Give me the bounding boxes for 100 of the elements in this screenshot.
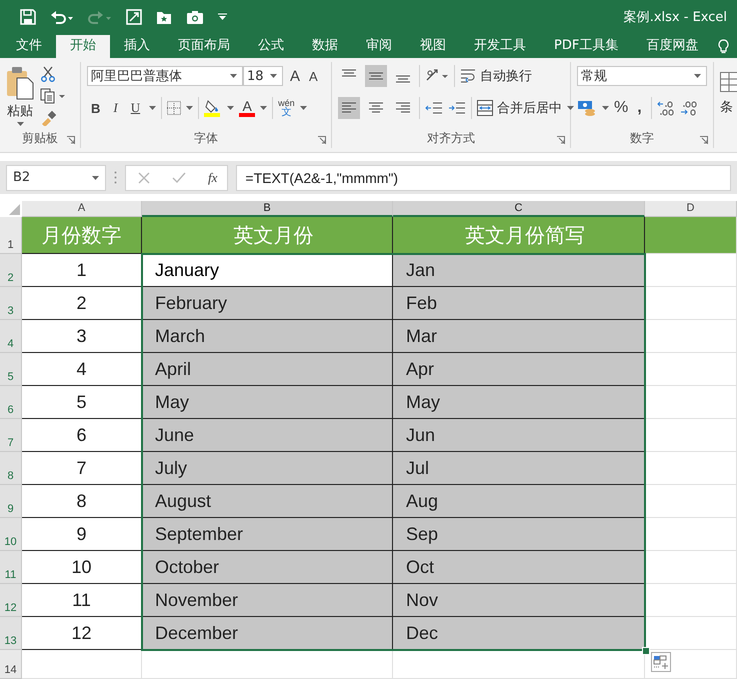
column-header[interactable]: B (142, 201, 393, 217)
currency-icon[interactable] (577, 99, 597, 117)
row-header[interactable]: 11 (0, 551, 22, 584)
table-cell: Feb (393, 287, 645, 320)
row-header[interactable]: 1 (0, 217, 22, 254)
ribbon-tab[interactable]: 开发工具 (460, 35, 540, 58)
ribbon-tab[interactable]: 插入 (110, 35, 164, 58)
caret-icon[interactable] (149, 106, 156, 110)
paste-button[interactable]: 粘贴 (6, 64, 34, 128)
increase-indent-icon[interactable] (448, 101, 466, 115)
decrease-font-size-button[interactable]: A (307, 68, 320, 84)
ribbon-tab[interactable]: 公式 (244, 35, 298, 58)
customize-caret-icon[interactable] (218, 12, 227, 20)
quick-analysis-icon[interactable] (651, 652, 671, 672)
save-icon[interactable] (20, 8, 36, 24)
font-size-dropdown[interactable]: 18 (243, 66, 283, 86)
header-cell: 英文月份 (142, 217, 393, 254)
fill-handle[interactable] (642, 647, 650, 655)
table-cell: Jul (393, 452, 645, 485)
increase-decimal-icon[interactable] (656, 100, 675, 116)
dialog-launcher-icon[interactable] (557, 136, 565, 144)
row-header[interactable]: 9 (0, 485, 22, 518)
table-cell: 4 (22, 353, 142, 386)
table-cell: Nov (393, 584, 645, 617)
ribbon-tab[interactable]: 审阅 (352, 35, 406, 58)
caret-icon[interactable] (186, 106, 194, 110)
percent-style-button[interactable]: % (614, 99, 628, 117)
camera-icon[interactable] (186, 8, 204, 24)
row-header[interactable]: 2 (0, 254, 22, 287)
ribbon-tab[interactable]: 页面布局 (164, 35, 244, 58)
ribbon-tab[interactable]: 开始 (56, 35, 110, 58)
name-box[interactable]: B2 (6, 164, 106, 190)
frame-icon[interactable] (126, 8, 142, 24)
comma-style-button[interactable]: , (633, 99, 646, 117)
copy-icon[interactable] (40, 88, 66, 104)
caret-icon[interactable] (694, 74, 701, 78)
caret-icon[interactable] (270, 74, 277, 78)
row-header[interactable]: 7 (0, 419, 22, 452)
caret-icon[interactable] (300, 106, 307, 110)
phonetic-guide-button[interactable]: wén 文 (278, 98, 295, 118)
row-header[interactable]: 4 (0, 320, 22, 353)
column-header[interactable]: C (393, 201, 645, 217)
increase-font-size-button[interactable]: A (288, 68, 302, 84)
ribbon-tab[interactable]: PDF工具集 (540, 35, 632, 58)
decrease-decimal-icon[interactable] (680, 100, 698, 116)
table-cell: 2 (22, 287, 142, 320)
ribbon-tab[interactable]: 视图 (406, 35, 460, 58)
row-header[interactable]: 3 (0, 287, 22, 320)
row-header[interactable]: 13 (0, 617, 22, 650)
table-cell: October (142, 551, 393, 584)
borders-icon[interactable] (167, 101, 182, 115)
undo-icon[interactable] (50, 8, 74, 24)
dialog-launcher-icon[interactable] (67, 136, 75, 144)
table-cell: 3 (22, 320, 142, 353)
format-painter-icon[interactable] (40, 110, 56, 126)
table-cell: June (142, 419, 393, 452)
group-label: 剪贴板 (22, 130, 58, 146)
insert-function-button[interactable]: fx (208, 170, 218, 186)
row-header[interactable]: 6 (0, 386, 22, 419)
caret-icon[interactable] (602, 106, 609, 110)
caret-icon[interactable] (230, 74, 237, 78)
caret-icon[interactable] (227, 106, 234, 110)
caret-icon[interactable] (92, 176, 99, 180)
caret-icon[interactable] (567, 106, 574, 110)
column-header[interactable]: A (22, 201, 142, 217)
row-header[interactable]: 12 (0, 584, 22, 617)
table-cell: 10 (22, 551, 142, 584)
formula-input[interactable]: =TEXT(A2&-1,"mmmm") (236, 164, 731, 190)
column-header[interactable]: D (645, 201, 737, 217)
lightbulb-icon[interactable] (718, 39, 730, 54)
caret-icon[interactable] (260, 106, 268, 110)
table-cell: Apr (393, 353, 645, 386)
caret-icon[interactable] (16, 122, 24, 126)
ribbon-tab[interactable]: 百度网盘 (632, 35, 712, 58)
font-name-dropdown[interactable]: 阿里巴巴普惠体 (87, 66, 243, 86)
row-header[interactable]: 10 (0, 518, 22, 551)
fill-color-icon[interactable] (204, 99, 222, 117)
italic-button[interactable]: I (109, 100, 122, 116)
table-cell: November (142, 584, 393, 617)
drag-handle-icon[interactable] (114, 171, 117, 184)
table-cell: March (142, 320, 393, 353)
table-cell: May (393, 386, 645, 419)
conditional-formatting-button[interactable]: 条 (720, 62, 737, 116)
enter-check-icon[interactable] (172, 172, 186, 184)
ribbon-tab[interactable]: 数据 (298, 35, 352, 58)
dialog-launcher-icon[interactable] (318, 136, 326, 144)
ribbon-tab[interactable]: 文件 (2, 35, 56, 58)
dialog-launcher-icon[interactable] (700, 136, 708, 144)
row-header[interactable]: 14 (0, 650, 22, 679)
decrease-indent-icon[interactable] (425, 101, 443, 115)
number-format-dropdown[interactable]: 常规 (577, 66, 707, 86)
bold-button[interactable]: B (87, 100, 104, 116)
row-header[interactable]: 8 (0, 452, 22, 485)
underline-button[interactable]: U (126, 100, 144, 116)
wrap-text-button[interactable]: 自动换行 (460, 67, 532, 85)
merge-center-button[interactable]: 合并后居中 (477, 99, 562, 117)
row-header[interactable]: 5 (0, 353, 22, 386)
font-color-button[interactable]: A (239, 99, 256, 117)
scissors-icon[interactable] (40, 66, 56, 82)
clipboard-icon (6, 66, 34, 100)
